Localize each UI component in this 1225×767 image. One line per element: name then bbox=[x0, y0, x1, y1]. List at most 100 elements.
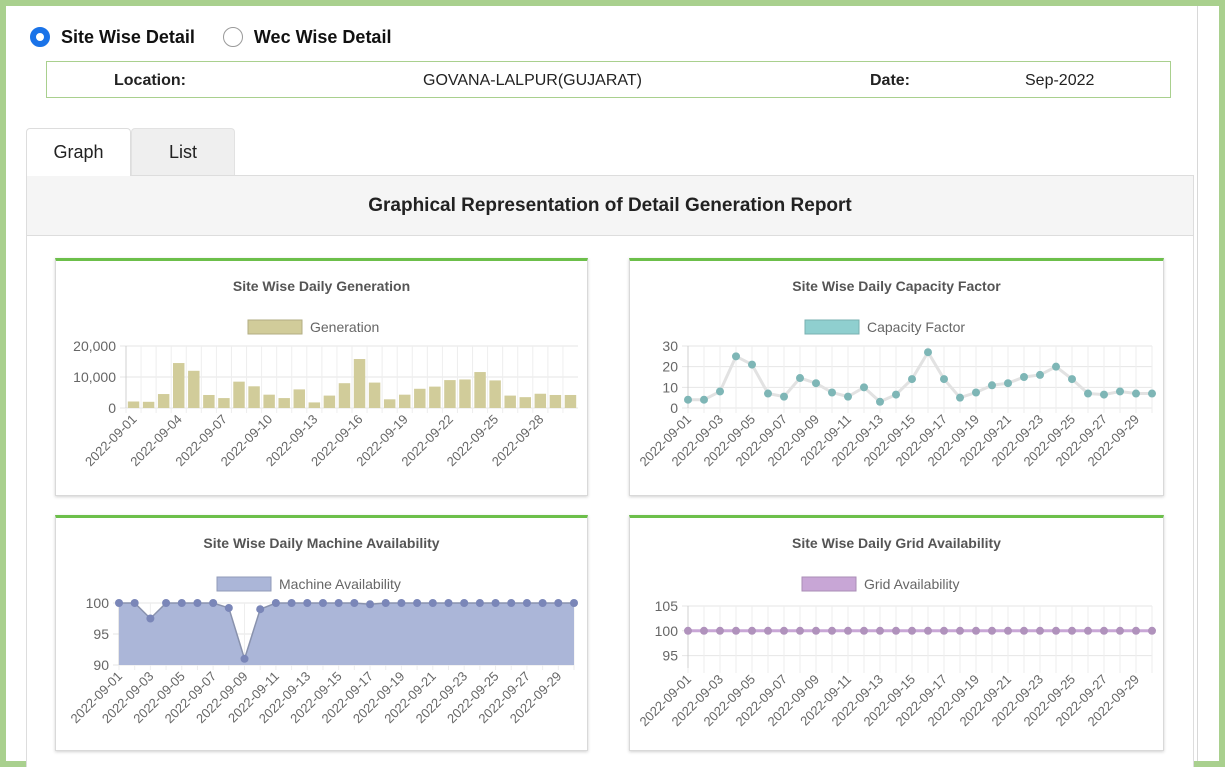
data-point bbox=[475, 599, 484, 607]
location-label: Location: bbox=[114, 72, 186, 89]
site-wise-detail-radio[interactable]: Site Wise Detail bbox=[30, 27, 195, 48]
y-tick-label: 10 bbox=[662, 379, 678, 395]
data-point bbox=[334, 599, 343, 607]
bar bbox=[142, 401, 155, 408]
y-tick-label: 0 bbox=[670, 400, 678, 416]
y-tick-label: 90 bbox=[93, 657, 109, 673]
data-point bbox=[318, 599, 327, 607]
data-point bbox=[303, 599, 312, 607]
y-tick-label: 20,000 bbox=[73, 338, 116, 354]
bar bbox=[338, 383, 351, 408]
data-point bbox=[780, 626, 788, 635]
bar bbox=[218, 398, 230, 408]
data-point bbox=[684, 626, 692, 635]
data-point bbox=[924, 626, 932, 635]
data-point bbox=[748, 360, 756, 369]
area-fill bbox=[119, 603, 574, 665]
chart-grid-availability: Grid Availability951001052022-09-012022-… bbox=[636, 576, 1156, 729]
legend-swatch bbox=[247, 319, 303, 335]
data-point bbox=[700, 626, 708, 635]
data-point bbox=[177, 599, 186, 607]
data-point bbox=[684, 395, 692, 404]
bar bbox=[263, 394, 275, 408]
bar bbox=[308, 402, 321, 408]
data-point bbox=[1116, 626, 1124, 635]
data-point bbox=[1100, 390, 1108, 399]
data-point bbox=[844, 626, 852, 635]
data-point bbox=[381, 599, 390, 607]
bar bbox=[323, 395, 336, 408]
data-point bbox=[224, 603, 233, 612]
data-point bbox=[1052, 362, 1060, 371]
y-tick-label: 100 bbox=[655, 623, 679, 639]
data-point bbox=[796, 626, 804, 635]
tab-graph[interactable]: Graph bbox=[26, 128, 131, 176]
radio-unselected-icon[interactable] bbox=[222, 27, 243, 47]
data-point bbox=[748, 626, 756, 635]
tab-list[interactable]: List bbox=[131, 128, 235, 176]
bar bbox=[444, 380, 456, 408]
chart-card-grid-availability: Site Wise Daily Grid Availability Grid A… bbox=[629, 515, 1164, 751]
data-point bbox=[892, 626, 900, 635]
data-point bbox=[162, 599, 171, 607]
data-point bbox=[1020, 373, 1028, 381]
data-point bbox=[860, 383, 868, 392]
y-tick-label: 10,000 bbox=[73, 369, 116, 385]
data-point bbox=[444, 599, 453, 607]
data-point bbox=[1148, 389, 1156, 398]
legend-swatch bbox=[801, 576, 857, 592]
bar bbox=[489, 380, 501, 408]
data-point bbox=[828, 388, 836, 397]
data-point bbox=[522, 599, 531, 607]
data-point bbox=[796, 374, 804, 383]
data-point bbox=[1148, 626, 1156, 635]
data-point bbox=[908, 626, 916, 635]
bar bbox=[278, 398, 290, 408]
wec-wise-detail-label[interactable]: Wec Wise Detail bbox=[254, 27, 392, 48]
series-line bbox=[688, 349, 1152, 404]
y-tick-label: 20 bbox=[662, 359, 678, 375]
bar bbox=[383, 399, 396, 408]
data-point bbox=[240, 654, 249, 663]
data-point bbox=[908, 375, 916, 384]
data-point bbox=[1132, 389, 1140, 398]
site-wise-detail-label[interactable]: Site Wise Detail bbox=[61, 27, 195, 48]
bar bbox=[399, 394, 411, 408]
data-point bbox=[570, 599, 578, 607]
legend-label: Generation bbox=[310, 319, 379, 335]
data-point bbox=[700, 395, 708, 404]
bar bbox=[157, 394, 170, 408]
data-point bbox=[732, 626, 740, 635]
data-point bbox=[1020, 626, 1028, 635]
bar bbox=[459, 379, 471, 408]
data-point bbox=[130, 599, 139, 607]
data-point bbox=[876, 626, 884, 635]
data-point bbox=[538, 599, 547, 607]
data-point bbox=[716, 626, 724, 635]
data-point bbox=[1036, 626, 1044, 635]
chart-card-daily-generation: Site Wise Daily Generation Generation 0 10… bbox=[55, 258, 588, 496]
data-point bbox=[1068, 626, 1076, 635]
data-point bbox=[956, 393, 964, 402]
bar bbox=[293, 389, 305, 408]
data-point bbox=[428, 599, 437, 607]
data-point bbox=[209, 599, 218, 607]
bar bbox=[414, 388, 426, 408]
data-point bbox=[732, 352, 740, 361]
bar bbox=[188, 370, 200, 408]
wec-wise-detail-radio[interactable]: Wec Wise Detail bbox=[222, 27, 392, 48]
y-tick-label: 100 bbox=[86, 595, 110, 611]
y-tick-label: 105 bbox=[655, 598, 679, 614]
report-info-bar: Location: GOVANA-LALPUR(GUJARAT) Date: S… bbox=[46, 61, 1171, 98]
y-tick-label: 95 bbox=[662, 648, 678, 664]
data-point bbox=[554, 599, 563, 607]
data-point bbox=[780, 392, 788, 401]
bar bbox=[504, 395, 516, 408]
data-point bbox=[491, 599, 500, 607]
radio-selected-icon[interactable] bbox=[30, 27, 50, 47]
data-point bbox=[413, 599, 422, 607]
legend-swatch bbox=[804, 319, 860, 335]
data-point bbox=[1068, 375, 1076, 384]
bar bbox=[549, 394, 562, 408]
data-point bbox=[860, 626, 868, 635]
